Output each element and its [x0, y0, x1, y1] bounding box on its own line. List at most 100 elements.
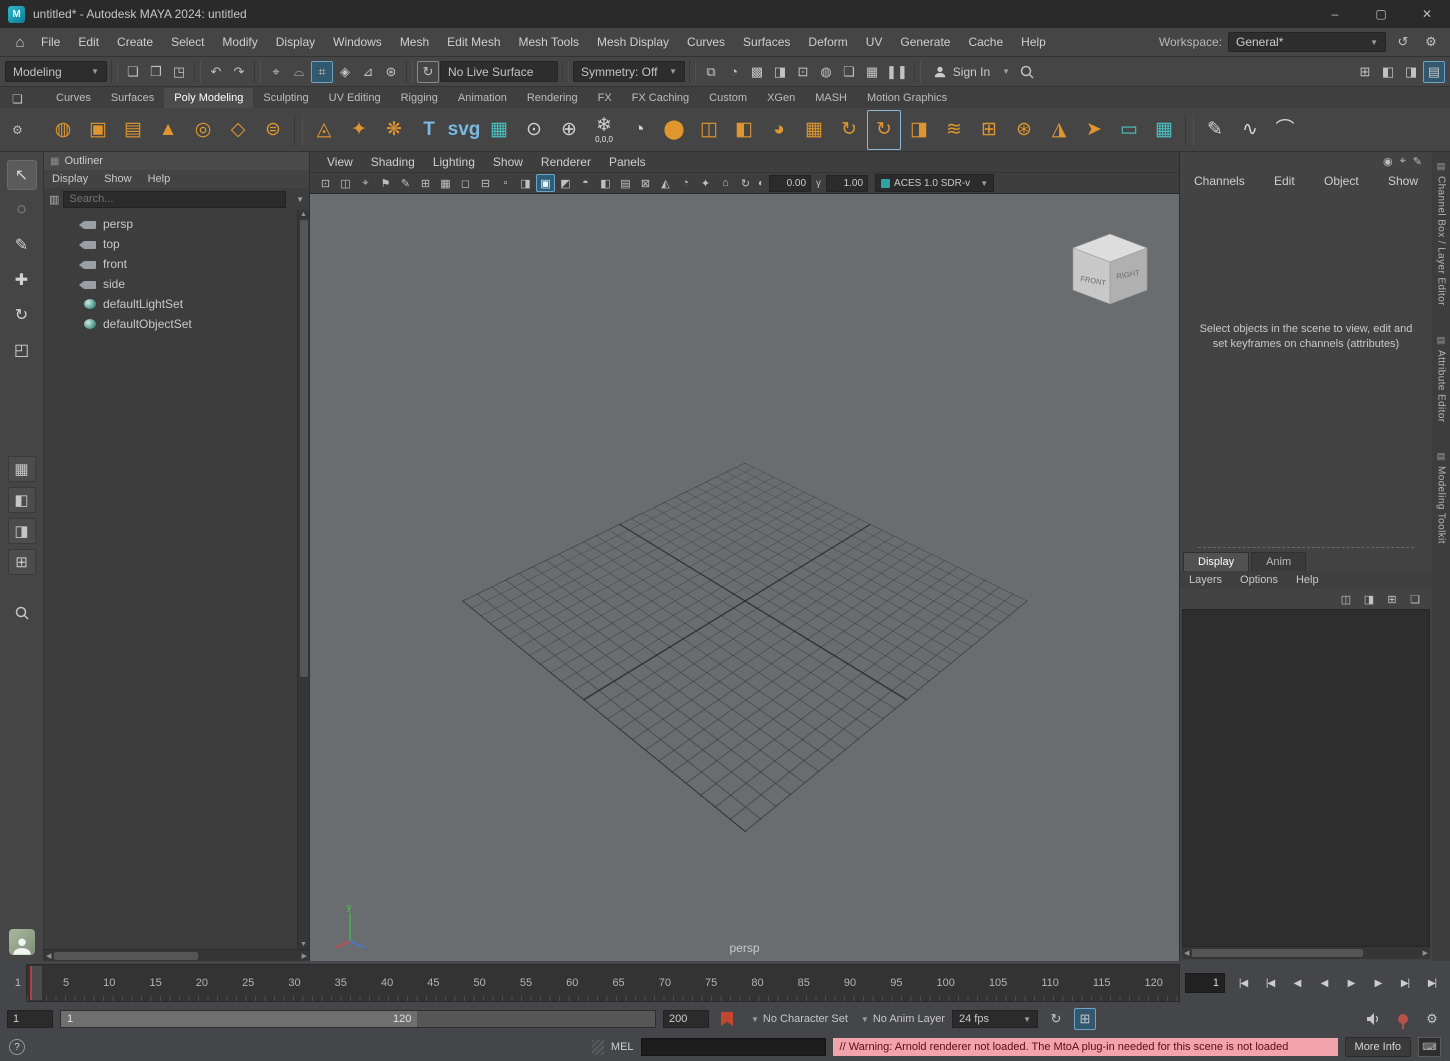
- shelf-menu-icon[interactable]: ❏: [12, 92, 23, 106]
- smooth-mesh-icon[interactable]: ⬤: [657, 110, 691, 150]
- scroll-up-icon[interactable]: ▲: [300, 211, 307, 218]
- shelf-tab[interactable]: FX: [588, 88, 622, 108]
- shelf-tab[interactable]: XGen: [757, 88, 805, 108]
- more-info-button[interactable]: More Info: [1345, 1037, 1411, 1057]
- attribute-editor-toggle-icon[interactable]: ◨: [1400, 61, 1422, 83]
- poly-cylinder-icon[interactable]: ▤: [116, 110, 150, 150]
- poly-cube-icon[interactable]: ▣: [81, 110, 115, 150]
- viewport-toolbar-icon[interactable]: ✦: [696, 174, 715, 192]
- viewport-toolbar-icon[interactable]: ▦: [436, 174, 455, 192]
- create-layer-from-selected-icon[interactable]: ❏: [1406, 590, 1424, 608]
- exposure-field[interactable]: 0.00: [769, 175, 811, 192]
- dock-tab[interactable]: Modeling Toolkit: [1436, 448, 1447, 544]
- shelf-tab[interactable]: MASH: [805, 88, 857, 108]
- shelf-options-gear-icon[interactable]: ⚙: [12, 123, 23, 137]
- poly-sphere-icon[interactable]: ◍: [46, 110, 80, 150]
- select-tool-icon[interactable]: ↖: [7, 160, 37, 190]
- channel-box-menu-item[interactable]: Show: [1388, 174, 1418, 188]
- panel-drag-icon[interactable]: ▦: [50, 156, 59, 167]
- rotate-tool-icon[interactable]: ↻: [7, 300, 37, 330]
- menu-item[interactable]: Help: [1012, 28, 1055, 56]
- poly-torus-icon[interactable]: ◎: [186, 110, 220, 150]
- help-icon[interactable]: ?: [9, 1039, 25, 1055]
- animation-preferences-button[interactable]: ⚙: [1421, 1008, 1443, 1030]
- filter-icon[interactable]: ▥: [49, 193, 59, 206]
- shelf-tab[interactable]: Poly Modeling: [164, 88, 253, 108]
- command-language-selector[interactable]: MEL: [611, 1041, 634, 1053]
- shelf-separator[interactable]: [1185, 114, 1194, 146]
- viewport-toolbar-icon[interactable]: ✎: [396, 174, 415, 192]
- bookmark-button[interactable]: [716, 1008, 738, 1030]
- close-button[interactable]: ✕: [1404, 0, 1450, 28]
- menu-item[interactable]: File: [32, 28, 69, 56]
- auto-keyframe-button[interactable]: [1392, 1008, 1414, 1030]
- workspace-selector[interactable]: General* ▼: [1228, 32, 1386, 52]
- anim-layer-selector[interactable]: ▼ No Anim Layer: [855, 1013, 945, 1025]
- viewport-menu-item[interactable]: Renderer: [532, 155, 600, 169]
- combine-icon[interactable]: ◫: [692, 110, 726, 150]
- poly-disc-icon[interactable]: ⊜: [256, 110, 290, 150]
- render-sequence-icon[interactable]: ❏: [838, 61, 860, 83]
- dock-tab[interactable]: Attribute Editor: [1436, 332, 1447, 423]
- sculpt-mesh-icon[interactable]: ◕: [762, 110, 796, 150]
- extrude-icon[interactable]: ◨: [902, 110, 936, 150]
- scroll-right-icon[interactable]: ▶: [302, 952, 307, 960]
- step-back-frame-button[interactable]: ◀: [1284, 970, 1310, 996]
- viewport-toolbar-icon[interactable]: ◻: [456, 174, 475, 192]
- menu-item[interactable]: Windows: [324, 28, 391, 56]
- time-slider[interactable]: 5101520253035404550556065707580859095100…: [26, 964, 1180, 1002]
- shelf-tab[interactable]: UV Editing: [319, 88, 391, 108]
- pane-splitter[interactable]: [1180, 542, 1432, 552]
- viewport-menu-item[interactable]: Show: [484, 155, 532, 169]
- menu-item[interactable]: Cache: [959, 28, 1012, 56]
- scroll-left-icon[interactable]: ◀: [46, 952, 51, 960]
- toolbar-separator[interactable]: [406, 61, 413, 83]
- outliner-item[interactable]: defaultLightSet: [44, 294, 297, 314]
- viewport-toolbar-icon[interactable]: ◔: [676, 174, 695, 192]
- outliner-toggle-icon[interactable]: ⊞: [1354, 61, 1376, 83]
- shelf-tab[interactable]: Rigging: [391, 88, 448, 108]
- bevel-icon[interactable]: ◮: [1042, 110, 1076, 150]
- render-settings-icon[interactable]: ◨: [769, 61, 791, 83]
- animation-end-field[interactable]: 200: [663, 1010, 709, 1028]
- pause-viewport-icon[interactable]: ❚❚: [884, 61, 910, 83]
- script-editor-icon[interactable]: ⌨: [1418, 1037, 1441, 1057]
- paint-select-tool-icon[interactable]: ✎: [7, 230, 37, 260]
- snap-to-projected-center-icon[interactable]: ◈: [334, 61, 356, 83]
- outliner-item[interactable]: front: [44, 254, 297, 274]
- bezier-curve-icon[interactable]: ⌒: [1268, 110, 1302, 150]
- create-empty-layer-icon[interactable]: ⊞: [1383, 590, 1401, 608]
- scroll-right-icon[interactable]: ▶: [1423, 949, 1428, 957]
- channel-pin-icon[interactable]: ⌖: [1400, 155, 1406, 168]
- outliner-header[interactable]: ▦ Outliner: [44, 152, 309, 170]
- layer-list[interactable]: [1182, 609, 1430, 947]
- current-frame-field[interactable]: 1: [1185, 973, 1225, 993]
- shelf-tab[interactable]: Animation: [448, 88, 517, 108]
- construction-history-icon[interactable]: ↻: [417, 61, 439, 83]
- layer-editor-menu-item[interactable]: Layers: [1180, 571, 1231, 589]
- move-tool-icon[interactable]: ✚: [7, 265, 37, 295]
- loop-mode-button[interactable]: ↻: [1045, 1008, 1067, 1030]
- menu-item[interactable]: Modify: [213, 28, 266, 56]
- open-scene-icon[interactable]: ❒: [145, 61, 167, 83]
- mirror-icon[interactable]: ↻: [832, 110, 866, 150]
- viewport-menu-item[interactable]: Shading: [362, 155, 424, 169]
- command-input[interactable]: [641, 1038, 826, 1056]
- shelf-tab[interactable]: Sculpting: [253, 88, 318, 108]
- sweep-mesh-icon[interactable]: ▦: [482, 110, 516, 150]
- viewport-toolbar-icon[interactable]: ⌂: [716, 174, 735, 192]
- uv-editor-icon[interactable]: ▦: [1147, 110, 1181, 150]
- quad-draw-icon[interactable]: ➤: [1077, 110, 1111, 150]
- scale-tool-icon[interactable]: ◰: [7, 335, 37, 365]
- menu-item[interactable]: Mesh Display: [588, 28, 678, 56]
- outliner-item[interactable]: persp: [44, 214, 297, 234]
- outliner-item[interactable]: defaultObjectSet: [44, 314, 297, 334]
- open-render-view-icon[interactable]: ⧉: [700, 61, 722, 83]
- shelf-tab[interactable]: Rendering: [517, 88, 588, 108]
- poly-cone-icon[interactable]: ▲: [151, 110, 185, 150]
- outliner-menu-item[interactable]: Help: [140, 170, 179, 188]
- redo-icon[interactable]: ↷: [228, 61, 250, 83]
- outliner-item[interactable]: top: [44, 234, 297, 254]
- channel-box-menu-item[interactable]: Channels: [1194, 174, 1245, 188]
- viewport-toolbar-icon[interactable]: ↻: [736, 174, 755, 192]
